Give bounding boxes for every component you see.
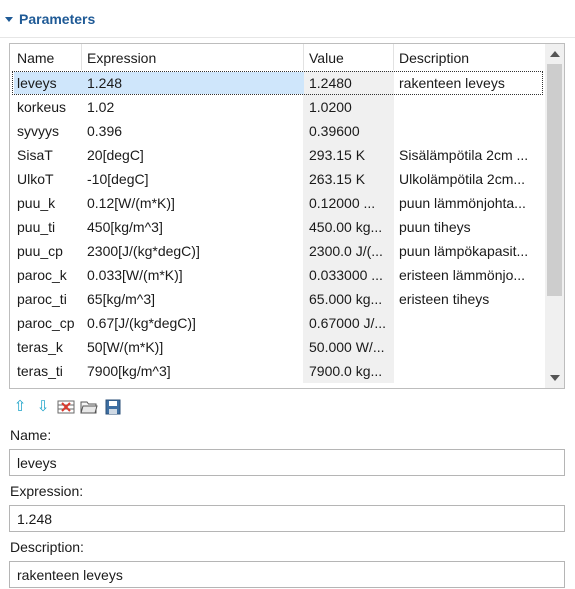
cell-value: 263.15 K [309, 171, 366, 187]
name-field-value: leveys [17, 455, 57, 471]
column-divider[interactable] [81, 44, 82, 70]
cell-expression[interactable]: 2300[J/(kg*degC)] [87, 243, 301, 259]
cell-value: 1.0200 [309, 99, 352, 115]
cell-value: 7900.0 kg... [309, 363, 383, 379]
cell-value: 65.000 kg... [309, 291, 383, 307]
table-body: leveys 1.248 1.2480 rakenteen leveys kor… [10, 71, 545, 383]
name-field[interactable]: leveys [9, 449, 565, 476]
cell-description[interactable]: eristeen lämmönjo... [399, 267, 543, 283]
cell-description[interactable]: eristeen tiheys [399, 291, 543, 307]
cell-name[interactable]: syvyys [17, 123, 81, 139]
table-row[interactable]: puu_cp 2300[J/(kg*degC)] 2300.0 J/(... p… [10, 239, 545, 263]
expression-label: Expression: [10, 483, 84, 499]
cell-value: 1.2480 [309, 75, 352, 91]
cell-value: 0.12000 ... [309, 195, 376, 211]
description-label: Description: [10, 539, 84, 555]
cell-description[interactable]: Sisälämpötila 2cm ... [399, 147, 543, 163]
expression-field[interactable]: 1.248 [9, 505, 565, 532]
cell-expression[interactable]: 7900[kg/m^3] [87, 363, 301, 379]
scrollbar-thumb[interactable] [547, 64, 562, 296]
cell-value: 0.39600 [309, 123, 360, 139]
cell-description[interactable]: puun tiheys [399, 219, 543, 235]
parameters-section-header[interactable]: Parameters [0, 0, 575, 38]
cell-expression[interactable]: 0.396 [87, 123, 301, 139]
cell-name[interactable]: paroc_ti [17, 291, 81, 307]
cell-expression[interactable]: 50[W/(m*K)] [87, 339, 301, 355]
column-header-value[interactable]: Value [309, 50, 344, 66]
section-title: Parameters [19, 11, 96, 27]
cell-name[interactable]: puu_k [17, 195, 81, 211]
cell-value: 450.00 kg... [309, 219, 383, 235]
table-row[interactable]: korkeus 1.02 1.0200 [10, 95, 545, 119]
move-down-icon[interactable]: ⇩ [34, 398, 52, 416]
table-row[interactable]: paroc_ti 65[kg/m^3] 65.000 kg... eristee… [10, 287, 545, 311]
cell-expression[interactable]: 0.12[W/(m*K)] [87, 195, 301, 211]
table-row[interactable]: leveys 1.248 1.2480 rakenteen leveys [10, 71, 545, 95]
cell-name[interactable]: paroc_k [17, 267, 81, 283]
clear-table-icon[interactable] [57, 398, 75, 416]
cell-name[interactable]: paroc_cp [17, 315, 81, 331]
move-up-icon[interactable]: ⇧ [11, 398, 29, 416]
cell-expression[interactable]: 0.033[W/(m*K)] [87, 267, 301, 283]
table-header: Name Expression Value Description [10, 44, 545, 72]
column-header-expression[interactable]: Expression [87, 50, 156, 66]
table-row[interactable]: SisaT 20[degC] 293.15 K Sisälämpötila 2c… [10, 143, 545, 167]
cell-expression[interactable]: -10[degC] [87, 171, 301, 187]
cell-expression[interactable]: 1.02 [87, 99, 301, 115]
cell-value: 293.15 K [309, 147, 366, 163]
table-row[interactable]: paroc_cp 0.67[J/(kg*degC)] 0.67000 J/... [10, 311, 545, 335]
cell-name[interactable]: SisaT [17, 147, 81, 163]
table-row[interactable]: puu_k 0.12[W/(m*K)] 0.12000 ... puun läm… [10, 191, 545, 215]
cell-name[interactable]: leveys [17, 75, 81, 91]
load-from-file-icon[interactable] [80, 398, 98, 416]
cell-expression[interactable]: 450[kg/m^3] [87, 219, 301, 235]
cell-description[interactable]: Ulkolämpötila 2cm... [399, 171, 543, 187]
table-vertical-scrollbar[interactable] [545, 44, 564, 388]
column-header-description[interactable]: Description [399, 50, 469, 66]
scroll-down-arrow-icon[interactable] [550, 375, 560, 381]
expression-field-value: 1.248 [17, 511, 53, 527]
table-row[interactable]: teras_ti 7900[kg/m^3] 7900.0 kg... [10, 359, 545, 383]
cell-expression[interactable]: 1.248 [87, 75, 301, 91]
cell-expression[interactable]: 20[degC] [87, 147, 301, 163]
table-row[interactable]: UlkoT -10[degC] 263.15 K Ulkolämpötila 2… [10, 167, 545, 191]
name-label: Name: [10, 427, 52, 443]
cell-description[interactable]: rakenteen leveys [399, 75, 543, 91]
cell-name[interactable]: puu_cp [17, 243, 81, 259]
scroll-up-arrow-icon[interactable] [550, 51, 560, 57]
table-row[interactable]: teras_k 50[W/(m*K)] 50.000 W/... [10, 335, 545, 359]
cell-description[interactable]: puun lämpökapasit... [399, 243, 543, 259]
save-to-file-icon[interactable] [104, 398, 122, 416]
cell-expression[interactable]: 65[kg/m^3] [87, 291, 301, 307]
collapse-arrow-icon[interactable] [5, 17, 13, 22]
column-header-name[interactable]: Name [17, 50, 54, 66]
cell-value: 2300.0 J/(... [309, 243, 383, 259]
cell-name[interactable]: teras_ti [17, 363, 81, 379]
cell-expression[interactable]: 0.67[J/(kg*degC)] [87, 315, 301, 331]
cell-name[interactable]: puu_ti [17, 219, 81, 235]
cell-description[interactable]: puun lämmönjohta... [399, 195, 543, 211]
description-field[interactable]: rakenteen leveys [9, 561, 565, 588]
cell-value: 0.67000 J/... [309, 315, 387, 331]
description-field-value: rakenteen leveys [17, 567, 123, 583]
column-divider[interactable] [303, 44, 304, 70]
cell-name[interactable]: UlkoT [17, 171, 81, 187]
cell-name[interactable]: korkeus [17, 99, 81, 115]
cell-value: 0.033000 ... [309, 267, 383, 283]
cell-name[interactable]: teras_k [17, 339, 81, 355]
table-row[interactable]: paroc_k 0.033[W/(m*K)] 0.033000 ... eris… [10, 263, 545, 287]
column-divider[interactable] [393, 44, 394, 70]
table-row[interactable]: puu_ti 450[kg/m^3] 450.00 kg... puun tih… [10, 215, 545, 239]
table-row[interactable]: syvyys 0.396 0.39600 [10, 119, 545, 143]
cell-value: 50.000 W/... [309, 339, 385, 355]
parameters-table[interactable]: Name Expression Value Description leveys… [9, 43, 565, 389]
